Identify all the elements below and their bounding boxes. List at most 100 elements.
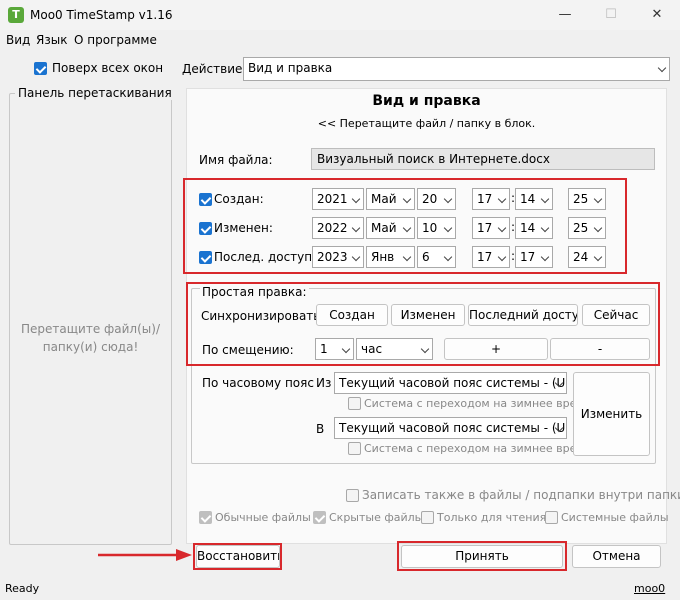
modified-second[interactable]: 25 — [568, 217, 606, 239]
cancel-button[interactable]: Отмена — [572, 545, 661, 568]
dst-to-checkbox[interactable] — [348, 442, 361, 455]
offset-value: 1 — [320, 342, 328, 356]
accessed-hour[interactable]: 17 — [472, 246, 510, 268]
minimize-button[interactable]: — — [542, 0, 588, 30]
created-year-value: 2021 — [317, 192, 348, 206]
offset-label: По смещению: — [202, 343, 294, 357]
readonly-checkbox[interactable] — [421, 511, 434, 524]
created-second[interactable]: 25 — [568, 188, 606, 210]
timezone-to-label: В — [316, 422, 325, 436]
accessed-month-value: Янв — [371, 250, 395, 264]
subfolders-checkbox[interactable] — [346, 489, 359, 502]
menu-language[interactable]: Язык — [36, 33, 67, 47]
accessed-second[interactable]: 24 — [568, 246, 606, 268]
accessed-minute-value: 17 — [520, 250, 536, 264]
sync-modified-button[interactable]: Изменен — [391, 304, 465, 326]
subfolders-label: Записать также в файлы / подпапки внутри… — [362, 488, 680, 502]
dst-to-label: Система с переходом на зимнее время — [364, 442, 592, 455]
timezone-from-value: Текущий часовой пояс системы - (U — [339, 376, 566, 390]
created-day-value: 20 — [422, 192, 438, 206]
accessed-second-value: 24 — [573, 250, 589, 264]
chevron-down-icon — [351, 194, 361, 204]
chevron-down-icon — [593, 223, 603, 233]
system-files-label: Системные файлы — [561, 511, 669, 524]
chevron-down-icon — [497, 223, 507, 233]
chevron-down-icon — [351, 252, 361, 262]
chevron-down-icon — [341, 344, 351, 354]
chevron-down-icon — [540, 194, 550, 204]
menu-view[interactable]: Вид — [6, 33, 30, 47]
drag-panel[interactable] — [9, 93, 172, 545]
action-value: Вид и правка — [248, 61, 333, 75]
filename-label: Имя файла: — [199, 153, 273, 167]
action-select[interactable]: Вид и правка — [243, 57, 670, 81]
modified-second-value: 25 — [573, 221, 589, 235]
modified-label: Изменен: — [214, 221, 273, 235]
sync-now-button[interactable]: Сейчас — [582, 304, 650, 326]
created-hour-value: 17 — [477, 192, 493, 206]
modified-hour[interactable]: 17 — [472, 217, 510, 239]
created-hour[interactable]: 17 — [472, 188, 510, 210]
created-minute-value: 14 — [520, 192, 536, 206]
change-timezone-button[interactable]: Изменить — [573, 372, 650, 456]
accessed-hour-value: 17 — [477, 250, 493, 264]
hidden-files-checkbox[interactable] — [313, 511, 326, 524]
app-icon: T — [8, 7, 24, 23]
accessed-label: Послед. доступ: — [214, 250, 317, 264]
offset-plus-button[interactable]: + — [444, 338, 548, 360]
main-subheading: << Перетащите файл / папку в блок. — [317, 117, 536, 130]
menu-about[interactable]: О программе — [74, 33, 157, 47]
modified-day[interactable]: 10 — [417, 217, 456, 239]
offset-unit: час — [361, 342, 383, 356]
normal-files-checkbox[interactable] — [199, 511, 212, 524]
normal-files-label: Обычные файлы — [215, 511, 311, 524]
accessed-checkbox[interactable] — [199, 251, 212, 264]
close-button[interactable]: ✕ — [634, 0, 680, 30]
accessed-day-value: 6 — [422, 250, 430, 264]
created-minute[interactable]: 14 — [515, 188, 553, 210]
modified-hour-value: 17 — [477, 221, 493, 235]
chevron-down-icon — [497, 194, 507, 204]
timezone-to-select[interactable]: Текущий часовой пояс системы - (U — [334, 417, 567, 439]
drag-hint: Перетащите файл(ы)/папку(и) сюда! — [20, 322, 160, 354]
offset-unit-select[interactable]: час — [356, 338, 433, 360]
timezone-from-select[interactable]: Текущий часовой пояс системы - (U — [334, 372, 567, 394]
moo0-link[interactable]: moo0 — [634, 582, 665, 595]
chevron-down-icon — [351, 223, 361, 233]
sync-created-button[interactable]: Создан — [316, 304, 388, 326]
created-label: Создан: — [214, 192, 264, 206]
sync-accessed-button[interactable]: Последний доступ — [468, 304, 578, 326]
apply-button[interactable]: Принять — [401, 545, 563, 568]
accessed-day[interactable]: 6 — [417, 246, 456, 268]
dst-from-checkbox[interactable] — [348, 397, 361, 410]
always-on-top-checkbox[interactable] — [34, 62, 47, 75]
restore-button[interactable]: Восстановить — [196, 545, 280, 568]
modified-month[interactable]: Май — [366, 217, 415, 239]
system-files-checkbox[interactable] — [545, 511, 558, 524]
offset-minus-button[interactable]: - — [550, 338, 650, 360]
created-day[interactable]: 20 — [417, 188, 456, 210]
modified-year[interactable]: 2022 — [312, 217, 364, 239]
chevron-down-icon — [402, 194, 412, 204]
modified-checkbox[interactable] — [199, 222, 212, 235]
chevron-down-icon — [593, 252, 603, 262]
modified-month-value: Май — [371, 221, 397, 235]
created-checkbox[interactable] — [199, 193, 212, 206]
chevron-down-icon — [540, 252, 550, 262]
accessed-minute[interactable]: 17 — [515, 246, 553, 268]
chevron-down-icon — [402, 223, 412, 233]
modified-day-value: 10 — [422, 221, 438, 235]
maximize-button[interactable]: ☐ — [588, 0, 634, 30]
timezone-to-value: Текущий часовой пояс системы - (U — [339, 421, 566, 435]
hidden-files-label: Скрытые файлы — [329, 511, 424, 524]
status-text: Ready — [5, 582, 40, 595]
offset-value-select[interactable]: 1 — [315, 338, 354, 360]
created-month[interactable]: Май — [366, 188, 415, 210]
timezone-from-label: Из — [316, 376, 332, 390]
chevron-down-icon — [443, 252, 453, 262]
accessed-year[interactable]: 2023 — [312, 246, 364, 268]
accessed-month[interactable]: Янв — [366, 246, 415, 268]
chevron-down-icon — [443, 223, 453, 233]
modified-minute[interactable]: 14 — [515, 217, 553, 239]
created-year[interactable]: 2021 — [312, 188, 364, 210]
